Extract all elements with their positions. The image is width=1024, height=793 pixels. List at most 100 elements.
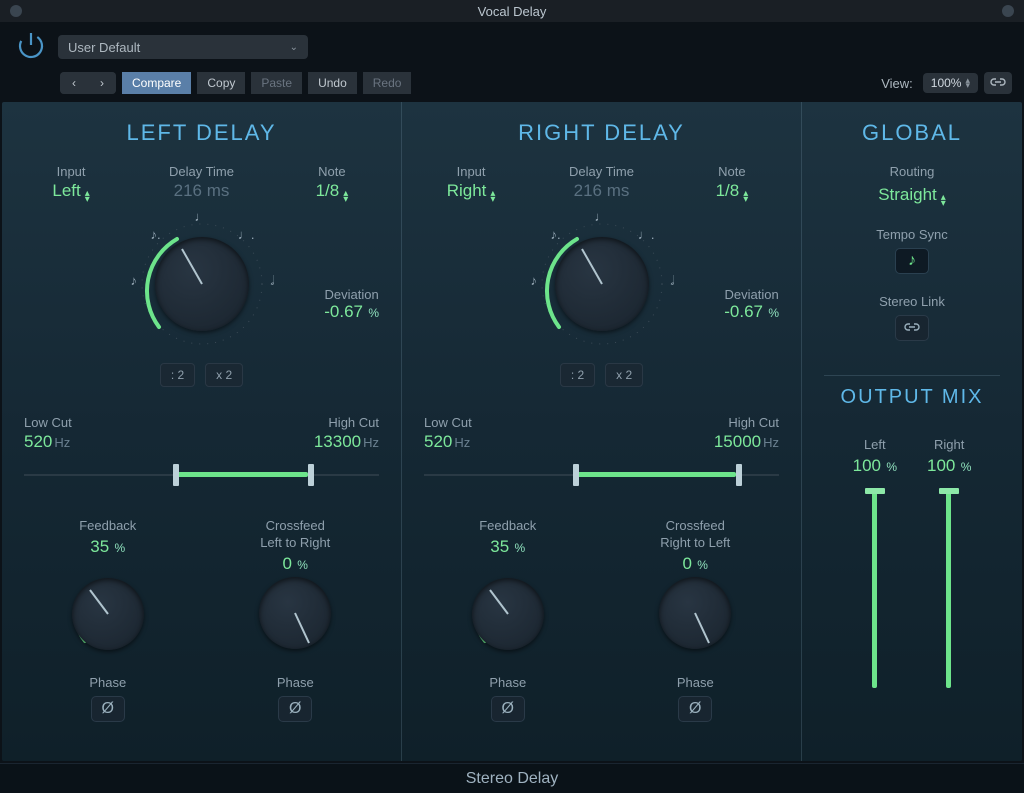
- paste-button[interactable]: Paste: [251, 72, 302, 94]
- undo-button[interactable]: Undo: [308, 72, 357, 94]
- left-highcut-value[interactable]: 13300Hz: [314, 432, 379, 452]
- tempo-sync-button[interactable]: ♪: [895, 248, 929, 274]
- phase-icon: Ø: [289, 700, 301, 718]
- left-crossfeed-dir: Left to Right: [260, 535, 330, 550]
- left-input-value[interactable]: Left▴▾: [52, 181, 89, 203]
- link-icon: [990, 74, 1006, 92]
- view-label: View:: [881, 76, 913, 91]
- left-delay-title: LEFT DELAY: [126, 120, 276, 146]
- out-right-value[interactable]: 100 %: [927, 456, 971, 476]
- toolbar: User Default ⌄ ‹ › Compare Copy Paste Un…: [0, 22, 1024, 100]
- right-lowcut-value[interactable]: 520Hz: [424, 432, 470, 452]
- phase-icon: Ø: [502, 700, 514, 718]
- global-section: GLOBAL Routing Straight▴▾ Tempo Sync ♪ S…: [802, 102, 1022, 761]
- phase-icon: Ø: [102, 700, 114, 718]
- redo-button[interactable]: Redo: [363, 72, 412, 94]
- right-feedback-label: Feedback: [479, 518, 536, 533]
- left-delay-section: LEFT DELAY Input Left▴▾ Delay Time 216 m…: [2, 102, 402, 761]
- right-cf-phase-button[interactable]: Ø: [678, 696, 712, 722]
- link-icon: [904, 319, 920, 337]
- out-left-value[interactable]: 100 %: [853, 456, 897, 476]
- right-deviation-value[interactable]: -0.67 %: [724, 302, 779, 322]
- left-crossfeed-label: Crossfeed: [266, 518, 325, 533]
- right-filter-slider[interactable]: [424, 464, 779, 488]
- right-lowcut-label: Low Cut: [424, 415, 472, 430]
- left-fb-phase-button[interactable]: Ø: [91, 696, 125, 722]
- window-control-left[interactable]: [10, 5, 22, 17]
- power-button[interactable]: [12, 28, 50, 66]
- right-delay-title: RIGHT DELAY: [518, 120, 685, 146]
- right-feedback-value[interactable]: 35 %: [490, 537, 525, 557]
- stereo-link-button[interactable]: [895, 315, 929, 341]
- view-zoom[interactable]: 100% ▴▾: [923, 73, 978, 93]
- routing-label: Routing: [890, 164, 935, 179]
- left-deviation-label: Deviation: [324, 287, 379, 302]
- right-double-button[interactable]: x 2: [605, 363, 643, 387]
- copy-button[interactable]: Copy: [197, 72, 245, 94]
- right-delay-knob[interactable]: ♪ ♪. ♩ ♩. 𝅗𝅥: [527, 209, 677, 359]
- note-icon: ♪: [908, 252, 916, 270]
- left-lowcut-value[interactable]: 520Hz: [24, 432, 70, 452]
- link-button[interactable]: [984, 72, 1012, 94]
- right-crossfeed-dir: Right to Left: [660, 535, 730, 550]
- left-filter-slider[interactable]: [24, 464, 379, 488]
- left-delaytime-label: Delay Time: [169, 164, 234, 179]
- right-note-value[interactable]: 1/8▴▾: [716, 181, 749, 203]
- window-title: Vocal Delay: [478, 4, 547, 19]
- left-feedback-knob[interactable]: [63, 569, 153, 659]
- right-crossfeed-knob[interactable]: [650, 568, 740, 658]
- left-fb-phase-label: Phase: [89, 675, 126, 690]
- left-note-label: Note: [318, 164, 345, 179]
- tempo-sync-label: Tempo Sync: [876, 227, 948, 242]
- preset-name: User Default: [68, 40, 140, 55]
- plugin-name: Stereo Delay: [466, 770, 559, 788]
- out-right-label: Right: [934, 437, 964, 452]
- window-titlebar: Vocal Delay: [0, 0, 1024, 22]
- right-highcut-label: High Cut: [728, 415, 779, 430]
- right-input-value[interactable]: Right▴▾: [447, 181, 496, 203]
- right-deviation-label: Deviation: [724, 287, 779, 302]
- left-input-label: Input: [57, 164, 86, 179]
- left-delaytime-value[interactable]: 216 ms: [174, 181, 230, 201]
- compare-button[interactable]: Compare: [122, 72, 191, 94]
- global-title: GLOBAL: [862, 120, 962, 146]
- right-delaytime-label: Delay Time: [569, 164, 634, 179]
- main-panel: LEFT DELAY Input Left▴▾ Delay Time 216 m…: [2, 102, 1022, 761]
- right-cf-phase-label: Phase: [677, 675, 714, 690]
- right-fb-phase-button[interactable]: Ø: [491, 696, 525, 722]
- window-control-right[interactable]: [1002, 5, 1014, 17]
- left-feedback-value[interactable]: 35 %: [90, 537, 125, 557]
- next-preset-button[interactable]: ›: [88, 72, 116, 94]
- right-delay-section: RIGHT DELAY Input Right▴▾ Delay Time 216…: [402, 102, 802, 761]
- right-half-button[interactable]: : 2: [560, 363, 595, 387]
- left-half-button[interactable]: : 2: [160, 363, 195, 387]
- left-crossfeed-knob[interactable]: [250, 568, 340, 658]
- right-delaytime-value[interactable]: 216 ms: [574, 181, 630, 201]
- left-note-value[interactable]: 1/8▴▾: [316, 181, 349, 203]
- preset-select[interactable]: User Default ⌄: [58, 35, 308, 59]
- left-feedback-label: Feedback: [79, 518, 136, 533]
- routing-value[interactable]: Straight▴▾: [878, 185, 946, 207]
- plugin-footer: Stereo Delay: [0, 763, 1024, 793]
- left-delay-knob[interactable]: ♪ ♪. ♩ ♩. 𝅗𝅥: [127, 209, 277, 359]
- out-left-slider[interactable]: [865, 488, 885, 688]
- power-icon: [15, 29, 47, 66]
- output-mix-title: OUTPUT MIX: [841, 386, 984, 409]
- phase-icon: Ø: [689, 700, 701, 718]
- left-cf-phase-button[interactable]: Ø: [278, 696, 312, 722]
- right-crossfeed-label: Crossfeed: [666, 518, 725, 533]
- stereo-link-label: Stereo Link: [879, 294, 945, 309]
- right-note-label: Note: [718, 164, 745, 179]
- left-lowcut-label: Low Cut: [24, 415, 72, 430]
- prev-preset-button[interactable]: ‹: [60, 72, 88, 94]
- left-highcut-label: High Cut: [328, 415, 379, 430]
- left-deviation-value[interactable]: -0.67 %: [324, 302, 379, 322]
- left-double-button[interactable]: x 2: [205, 363, 243, 387]
- right-input-label: Input: [457, 164, 486, 179]
- right-feedback-knob[interactable]: [463, 569, 553, 659]
- out-right-slider[interactable]: [939, 488, 959, 688]
- chevron-down-icon: ⌄: [290, 42, 298, 53]
- right-highcut-value[interactable]: 15000Hz: [714, 432, 779, 452]
- out-left-label: Left: [864, 437, 886, 452]
- right-fb-phase-label: Phase: [489, 675, 526, 690]
